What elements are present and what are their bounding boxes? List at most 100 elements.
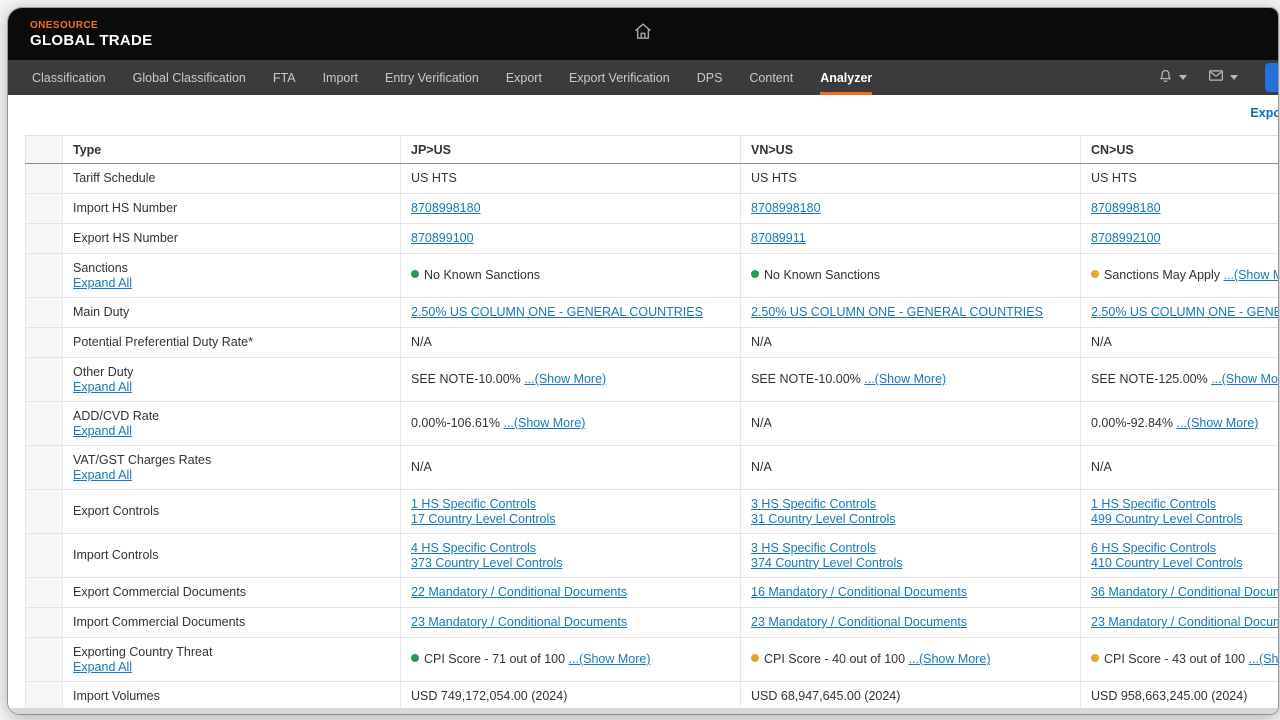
nav-tab-classification[interactable]: Classification	[32, 60, 106, 95]
cell-link[interactable]: 6 HS Specific Controls	[1091, 541, 1216, 556]
expand-all-link[interactable]: Expand All	[73, 424, 132, 439]
notifications-button[interactable]	[1151, 67, 1193, 89]
brand-logo: ONESOURCE GLOBAL TRADE	[30, 20, 153, 49]
nav-tab-content[interactable]: Content	[749, 60, 793, 95]
cell-link[interactable]: 22 Mandatory / Conditional Documents	[411, 585, 627, 600]
nav-tab-export[interactable]: Export	[506, 60, 542, 95]
cell-link[interactable]: ...(Show More)	[909, 652, 991, 667]
value-cell: 23 Mandatory / Conditional Documents	[741, 608, 1081, 638]
cell-link[interactable]: 2.50% US COLUMN ONE - GENERAL COUNTRIES	[751, 305, 1043, 320]
cell-link[interactable]: 87089911	[751, 231, 806, 246]
cell-link[interactable]: ...(Show More)	[524, 372, 606, 387]
cell-link[interactable]: 17 Country Level Controls	[411, 512, 556, 527]
table-row: ADD/CVD RateExpand All0.00%-106.61% ...(…	[26, 402, 1279, 446]
value-cell: 87089911	[741, 224, 1081, 254]
column-header: CN>US	[1081, 136, 1279, 164]
cell-link[interactable]: 31 Country Level Controls	[751, 512, 896, 527]
row-label-cell: ADD/CVD RateExpand All	[63, 402, 401, 446]
cell-link[interactable]: 2.50% US COLUMN ONE - GENERAL COUNTRIES	[411, 305, 703, 320]
status-dot-green	[411, 654, 419, 662]
cell-link[interactable]: ...(Show More)	[503, 416, 585, 431]
expand-all-link[interactable]: Expand All	[73, 660, 132, 675]
cell-link[interactable]: 4 HS Specific Controls	[411, 541, 536, 556]
nav-tab-analyzer[interactable]: Analyzer	[820, 60, 872, 95]
value-cell: SEE NOTE-10.00% ...(Show More)	[401, 358, 741, 402]
value-cell: CPI Score - 43 out of 100 ...(Show More)	[1081, 638, 1279, 682]
value-cell: 23 Mandatory / Conditional Documents	[1081, 608, 1279, 638]
cell-link[interactable]: 8708998180	[751, 201, 821, 216]
cell-link[interactable]: 410 Country Level Controls	[1091, 556, 1242, 571]
cell-link[interactable]: 1 HS Specific Controls	[1091, 497, 1216, 512]
table-row: Import HS Number 8708998180 8708998180 8708…	[26, 194, 1279, 224]
value-cell: 1 HS Specific Controls499 Country Level …	[1081, 490, 1279, 534]
row-label: Potential Preferential Duty Rate*	[73, 335, 390, 350]
cell-link[interactable]: 23 Mandatory / Conditional Documents	[411, 615, 627, 630]
row-label-cell: Import Commercial Documents	[63, 608, 401, 638]
cell-link[interactable]: 16 Mandatory / Conditional Documents	[751, 585, 967, 600]
cell-link[interactable]: ...(Show More)	[864, 372, 946, 387]
cell-link[interactable]: 1 HS Specific Controls	[411, 497, 536, 512]
value-cell: Sanctions May Apply ...(Show More)	[1081, 254, 1279, 298]
cell-link[interactable]: ...(Show More)	[1176, 416, 1258, 431]
cell-link[interactable]: 499 Country Level Controls	[1091, 512, 1242, 527]
column-header: JP>US	[401, 136, 741, 164]
messages-button[interactable]	[1201, 67, 1244, 89]
cell-link[interactable]: 8708998180	[1091, 201, 1161, 216]
cell-link[interactable]: ...(Show More)	[569, 652, 651, 667]
value-cell: N/A	[1081, 446, 1279, 490]
cell-text: N/A	[751, 335, 772, 349]
row-label: Exporting Country Threat	[73, 645, 390, 660]
expand-all-link[interactable]: Expand All	[73, 276, 132, 291]
value-cell: 22 Mandatory / Conditional Documents	[401, 578, 741, 608]
row-label: VAT/GST Charges Rates	[73, 453, 390, 468]
expand-all-link[interactable]: Expand All	[73, 380, 132, 395]
horizontal-scrollbar[interactable]	[8, 708, 1278, 714]
export-results-link[interactable]: Export	[1250, 106, 1278, 120]
row-label: Import HS Number	[73, 201, 390, 216]
cell-link[interactable]: 23 Mandatory / Conditional Documents	[1091, 615, 1278, 630]
nav-tab-dps[interactable]: DPS	[697, 60, 723, 95]
row-handle	[26, 534, 63, 578]
value-cell: 0.00%-92.84% ...(Show More)	[1081, 402, 1279, 446]
table-header-row: Type JP>USVN>USCN>US	[26, 136, 1279, 164]
user-menu-button[interactable]	[1265, 63, 1278, 92]
row-handle	[26, 638, 63, 682]
top-header-bar: ONESOURCE GLOBAL TRADE	[8, 8, 1278, 60]
nav-tab-import[interactable]: Import	[323, 60, 358, 95]
cell-link[interactable]: 374 Country Level Controls	[751, 556, 902, 571]
cell-text: No Known Sanctions	[424, 268, 540, 282]
cell-link[interactable]: ...(Show More)	[1224, 268, 1278, 283]
nav-tab-entry-verification[interactable]: Entry Verification	[385, 60, 479, 95]
table-row: Tariff ScheduleUS HTSUS HTSUS HTS	[26, 164, 1279, 194]
home-icon	[633, 29, 653, 46]
table-row: Export Commercial Documents22 Mandatory …	[26, 578, 1279, 608]
cell-text: SEE NOTE-10.00%	[411, 372, 524, 386]
cell-link[interactable]: 870899100	[411, 231, 474, 246]
nav-tab-global-classification[interactable]: Global Classification	[133, 60, 246, 95]
expand-all-link[interactable]: Expand All	[73, 468, 132, 483]
cell-text: US HTS	[1091, 171, 1137, 185]
cell-link[interactable]: 3 HS Specific Controls	[751, 541, 876, 556]
value-cell: 2.50% US COLUMN ONE - GENERAL COUNTRIES	[1081, 298, 1279, 328]
status-dot-yellow	[1091, 270, 1099, 278]
nav-tab-fta[interactable]: FTA	[273, 60, 296, 95]
cell-link[interactable]: ...(Show More)	[1249, 652, 1278, 667]
nav-tab-export-verification[interactable]: Export Verification	[569, 60, 670, 95]
cell-link[interactable]: 2.50% US COLUMN ONE - GENERAL COUNTRIES	[1091, 305, 1278, 320]
cell-link[interactable]: 8708998180	[411, 201, 481, 216]
cell-text: N/A	[1091, 460, 1112, 474]
cell-text: Sanctions May Apply	[1104, 268, 1224, 282]
cell-link[interactable]: 36 Mandatory / Conditional Documents	[1091, 585, 1278, 600]
row-label: Import Controls	[73, 548, 390, 563]
row-handle	[26, 254, 63, 298]
home-button[interactable]	[633, 22, 653, 47]
cell-link[interactable]: ...(Show More)	[1211, 372, 1278, 387]
comparison-table-container: Type JP>USVN>USCN>US Tariff ScheduleUS H…	[25, 135, 1278, 714]
cell-link[interactable]: 3 HS Specific Controls	[751, 497, 876, 512]
cell-text: N/A	[1091, 335, 1112, 349]
cell-link[interactable]: 23 Mandatory / Conditional Documents	[751, 615, 967, 630]
cell-link[interactable]: 8708992100	[1091, 231, 1161, 246]
value-cell: 2.50% US COLUMN ONE - GENERAL COUNTRIES	[741, 298, 1081, 328]
cell-link[interactable]: 373 Country Level Controls	[411, 556, 562, 571]
cell-text: SEE NOTE-125.00%	[1091, 372, 1211, 386]
